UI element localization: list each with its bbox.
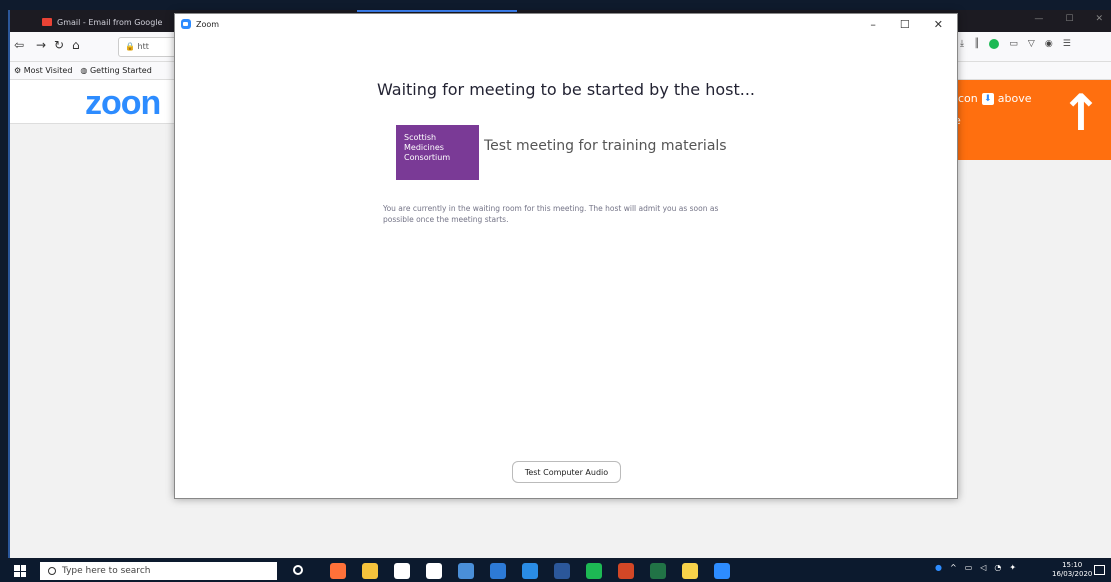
system-tray: ● ^ ▭ ◁ ◔ ✦ bbox=[935, 563, 1016, 572]
minimize-button[interactable]: – bbox=[870, 18, 876, 31]
download-icon[interactable]: ⤓ bbox=[960, 39, 964, 49]
lock-icon: 🔒 bbox=[125, 42, 135, 51]
banner-text-left: con bbox=[958, 92, 978, 105]
volume-icon[interactable]: ◁ bbox=[980, 563, 986, 572]
bookmark-label: Getting Started bbox=[89, 66, 152, 75]
close-button[interactable]: ✕ bbox=[934, 18, 943, 31]
logo-line-3: Consortium bbox=[404, 153, 451, 162]
forward-icon[interactable]: → bbox=[36, 38, 46, 52]
back-icon[interactable]: ⇦ bbox=[14, 38, 24, 52]
windows-taskbar: Type here to search ● ^ ▭ ◁ ◔ ✦ 15:10 16… bbox=[0, 560, 1111, 582]
meeting-topic: Test meeting for training materials bbox=[484, 138, 727, 154]
desktop: Gmail - Email from Google — ☐ ✕ ⇦ → ↻ ⌂ … bbox=[0, 0, 1111, 582]
mail-icon[interactable] bbox=[490, 563, 506, 579]
clock-time: 15:10 bbox=[1062, 561, 1083, 569]
banner-text-right: above bbox=[997, 92, 1032, 105]
clock-date: 16/03/2020 bbox=[1052, 570, 1093, 578]
url-bar[interactable]: 🔒 htt bbox=[118, 37, 178, 57]
reload-icon[interactable]: ↻ bbox=[54, 38, 64, 52]
search-placeholder: Type here to search bbox=[62, 566, 151, 576]
search-icon bbox=[48, 567, 56, 575]
zoom-window-title: Zoom bbox=[196, 19, 220, 29]
zoom-waiting-room-window: Zoom – ☐ ✕ Waiting for meeting to be sta… bbox=[174, 13, 958, 499]
library-icon[interactable]: ║ bbox=[974, 39, 979, 49]
zoom-window-controls: – ☐ ✕ bbox=[870, 18, 943, 31]
zoom-logo[interactable]: zoon bbox=[85, 84, 161, 123]
logo-line-2: Medicines bbox=[404, 143, 444, 152]
bookmark-label: Most Visited bbox=[23, 66, 73, 75]
waiting-room-message: You are currently in the waiting room fo… bbox=[383, 204, 719, 224]
dropbox-icon[interactable]: ✦ bbox=[1009, 563, 1016, 572]
notification-center-icon[interactable] bbox=[1094, 565, 1105, 575]
hp-icon[interactable] bbox=[426, 563, 442, 579]
up-arrow-icon: ↑ bbox=[1060, 84, 1102, 142]
extension-icon[interactable] bbox=[989, 39, 1000, 49]
battery-icon[interactable]: ▭ bbox=[965, 563, 973, 572]
host-organization-logo: Scottish Medicines Consortium bbox=[396, 125, 479, 180]
account-icon[interactable]: ◉ bbox=[1045, 39, 1053, 49]
url-text: htt bbox=[137, 42, 149, 51]
app-blue-icon[interactable] bbox=[458, 563, 474, 579]
active-tab-indicator bbox=[357, 10, 517, 12]
browser-toolbar-right: ⤓ ║ ▭ ▽ ◉ ☰ bbox=[960, 39, 1071, 49]
edge-icon[interactable] bbox=[522, 563, 538, 579]
browser-minimize-button[interactable]: — bbox=[1034, 14, 1043, 24]
logo-line-1: Scottish bbox=[404, 133, 437, 142]
zoom-icon[interactable] bbox=[714, 563, 730, 579]
menu-icon[interactable]: ☰ bbox=[1063, 39, 1071, 49]
store-icon[interactable] bbox=[394, 563, 410, 579]
test-computer-audio-button[interactable]: Test Computer Audio bbox=[512, 461, 621, 483]
taskbar-search-box[interactable]: Type here to search bbox=[40, 562, 277, 580]
browser-tab-label: Gmail - Email from Google bbox=[57, 17, 163, 27]
bookmark-most-visited[interactable]: ⚙ Most Visited bbox=[14, 66, 72, 75]
taskbar-app-icons bbox=[330, 563, 730, 579]
sidebar-icon[interactable]: ▭ bbox=[1009, 39, 1018, 49]
windows-start-icon[interactable] bbox=[14, 565, 26, 577]
browser-tab-gmail[interactable]: Gmail - Email from Google bbox=[38, 12, 188, 32]
help-icon[interactable]: ● bbox=[935, 563, 942, 572]
sticky-notes-icon[interactable] bbox=[682, 563, 698, 579]
download-hint-banner: con ⬇ above e ↑ bbox=[950, 80, 1111, 160]
gmail-icon bbox=[42, 18, 52, 26]
wifi-icon[interactable]: ◔ bbox=[994, 563, 1001, 572]
pocket-icon[interactable]: ▽ bbox=[1028, 39, 1035, 49]
banner-text: con ⬇ above bbox=[958, 92, 1031, 105]
powerpoint-icon[interactable] bbox=[618, 563, 634, 579]
browser-window-controls: — ☐ ✕ bbox=[1034, 14, 1103, 24]
spotify-icon[interactable] bbox=[586, 563, 602, 579]
bookmark-getting-started[interactable]: ◍ Getting Started bbox=[80, 66, 151, 75]
zoom-titlebar: Zoom – ☐ ✕ bbox=[175, 14, 957, 34]
maximize-button[interactable]: ☐ bbox=[900, 18, 910, 31]
download-arrow-icon: ⬇ bbox=[981, 92, 994, 105]
excel-icon[interactable] bbox=[650, 563, 666, 579]
word-icon[interactable] bbox=[554, 563, 570, 579]
zoom-app-icon bbox=[181, 19, 191, 29]
home-icon[interactable]: ⌂ bbox=[72, 38, 80, 52]
file-explorer-icon[interactable] bbox=[362, 563, 378, 579]
browser-maximize-button[interactable]: ☐ bbox=[1065, 14, 1073, 24]
waiting-title: Waiting for meeting to be started by the… bbox=[376, 80, 756, 99]
cortana-icon[interactable] bbox=[293, 565, 303, 575]
firefox-icon[interactable] bbox=[330, 563, 346, 579]
taskbar-clock[interactable]: 15:10 16/03/2020 bbox=[1052, 561, 1092, 579]
browser-close-button[interactable]: ✕ bbox=[1095, 14, 1103, 24]
show-hidden-icons[interactable]: ^ bbox=[950, 563, 957, 572]
